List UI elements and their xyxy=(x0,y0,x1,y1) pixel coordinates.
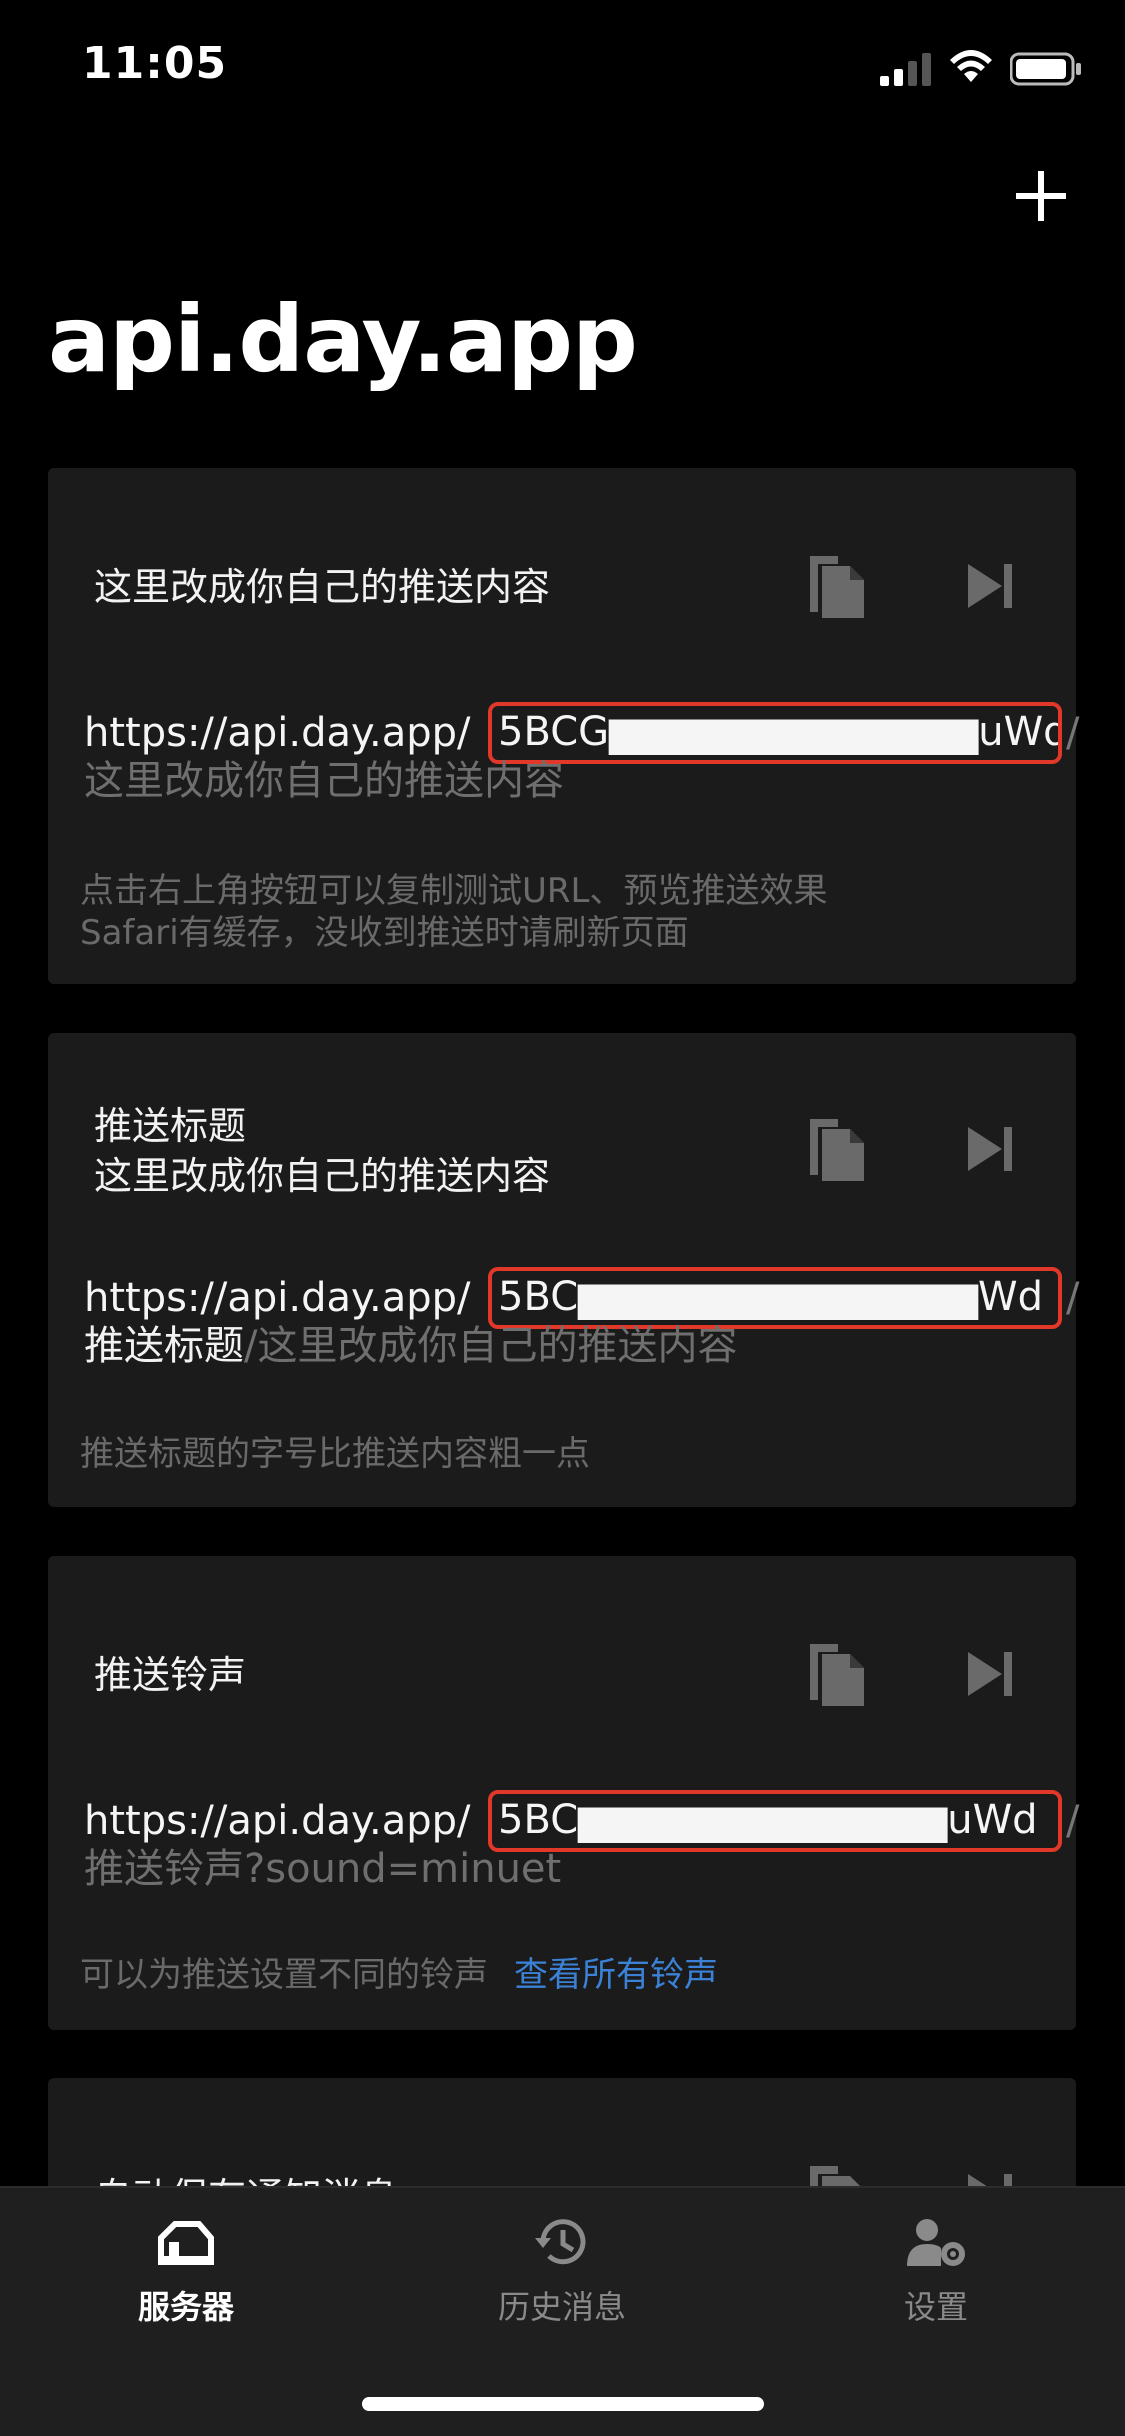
test-url[interactable]: https://api.day.app/ 5BC▆▆▆▆▆▆▆▆▆▆▆▆uWd … xyxy=(84,1790,1079,1852)
card-description: 点击右上角按钮可以复制测试URL、预览推送效果 Safari有缓存，没收到推送时… xyxy=(80,870,827,954)
tab-label: 设置 xyxy=(903,2288,968,2326)
card-title-line: 这里改成你自己的推送内容 xyxy=(94,565,551,609)
card-description: 推送标题的字号比推送内容粗一点 xyxy=(80,1433,590,1475)
url-slash: / xyxy=(1066,710,1080,756)
url-path-content: 这里改成你自己的推送内容 xyxy=(84,758,564,804)
device-key-highlight: 5BC▆▆▆▆▆▆▆▆▆▆▆▆uWd xyxy=(488,1790,1062,1852)
url-prefix: https://api.day.app/ xyxy=(84,1275,471,1321)
description-line: Safari有缓存，没收到推送时请刷新页面 xyxy=(80,913,689,953)
battery-icon xyxy=(1010,52,1081,86)
url-path-content: 推送铃声?sound=minuet xyxy=(84,1846,562,1892)
status-time: 11:05 xyxy=(82,38,228,89)
url-path-separator: / xyxy=(244,1323,258,1369)
url-path: 推送铃声?sound=minuet xyxy=(84,1844,561,1894)
card-title-line: 这里改成你自己的推送内容 xyxy=(94,1154,551,1198)
tab-server[interactable]: 服务器 xyxy=(76,2216,296,2346)
url-path: 推送标题/这里改成你自己的推送内容 xyxy=(84,1321,737,1371)
preview-next-icon[interactable] xyxy=(964,1648,1016,1700)
url-path: 这里改成你自己的推送内容 xyxy=(84,756,564,806)
preview-next-icon[interactable] xyxy=(964,560,1016,612)
tab-history[interactable]: 历史消息 xyxy=(452,2216,672,2346)
example-card-basic: 这里改成你自己的推送内容 https://api.day.app/ 5BCG▆▆… xyxy=(48,468,1079,984)
tab-label: 服务器 xyxy=(137,2288,234,2326)
card-description: 可以为推送设置不同的铃声 查看所有铃声 xyxy=(80,1954,718,1996)
description-line: 推送标题的字号比推送内容粗一点 xyxy=(80,1434,590,1474)
device-key-highlight: 5BCG▆▆▆▆▆▆▆▆▆▆▆▆uWd xyxy=(488,702,1062,764)
tab-label: 历史消息 xyxy=(497,2288,626,2326)
page-title: api.day.app xyxy=(48,286,638,393)
cellular-signal-icon xyxy=(880,53,931,86)
card-title: 推送铃声 xyxy=(94,1650,246,1700)
server-icon xyxy=(158,2221,214,2265)
test-url[interactable]: https://api.day.app/ 5BC▆▆▆▆▆▆▆▆▆▆▆▆▆Wd … xyxy=(84,1267,1079,1329)
settings-user-icon xyxy=(907,2219,965,2266)
home-indicator xyxy=(362,2397,764,2411)
copy-icon[interactable] xyxy=(804,550,870,622)
view-all-sounds-link[interactable]: 查看所有铃声 xyxy=(514,1955,718,1995)
card-title-line: 推送铃声 xyxy=(94,1653,247,1697)
add-server-button[interactable] xyxy=(1010,165,1072,227)
description-line: 可以为推送设置不同的铃声 xyxy=(80,1955,488,1995)
url-path-content: 这里改成你自己的推送内容 xyxy=(257,1323,738,1369)
url-slash: / xyxy=(1066,1798,1080,1844)
example-card-title: 推送标题 这里改成你自己的推送内容 https://api.day.app/ 5… xyxy=(48,1033,1079,1507)
description-line: 点击右上角按钮可以复制测试URL、预览推送效果 xyxy=(80,871,828,911)
url-slash: / xyxy=(1066,1275,1080,1321)
preview-next-icon[interactable] xyxy=(964,1123,1016,1175)
url-path-title: 推送标题 xyxy=(84,1323,244,1369)
wifi-icon xyxy=(950,50,992,82)
card-title-line: 推送标题 xyxy=(94,1104,247,1148)
test-url[interactable]: https://api.day.app/ 5BCG▆▆▆▆▆▆▆▆▆▆▆▆uWd… xyxy=(84,702,1079,764)
card-title: 推送标题 这里改成你自己的推送内容 xyxy=(94,1101,550,1201)
copy-icon[interactable] xyxy=(804,1113,870,1185)
example-card-sound: 推送铃声 https://api.day.app/ 5BC▆▆▆▆▆▆▆▆▆▆▆… xyxy=(48,1556,1079,2030)
copy-icon[interactable] xyxy=(804,1638,870,1710)
url-prefix: https://api.day.app/ xyxy=(84,1798,471,1844)
url-prefix: https://api.day.app/ xyxy=(84,710,471,756)
device-key-highlight: 5BC▆▆▆▆▆▆▆▆▆▆▆▆▆Wd xyxy=(488,1267,1062,1329)
status-bar: 11:05 xyxy=(0,0,1125,140)
tab-settings[interactable]: 设置 xyxy=(826,2216,1046,2346)
card-title: 这里改成你自己的推送内容 xyxy=(94,562,550,612)
history-icon xyxy=(535,2219,586,2265)
